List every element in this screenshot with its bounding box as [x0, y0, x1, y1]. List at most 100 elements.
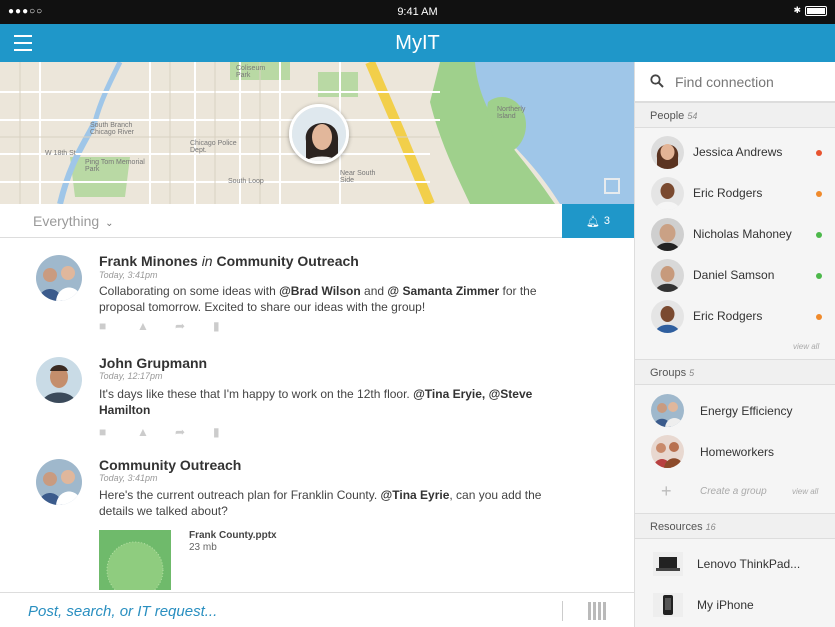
- person-photo: [651, 259, 684, 292]
- hamburger-menu-icon[interactable]: [14, 35, 32, 51]
- myit-app: ●●●○○ 9:41 AM ✱ MyIT Coliseum Park W 18t…: [0, 0, 835, 627]
- search-input[interactable]: [675, 72, 825, 92]
- post-text: It's days like these that I'm happy to w…: [99, 387, 414, 401]
- app-header: MyIT: [0, 24, 835, 62]
- map-label: Chicago Police Dept.: [190, 140, 237, 154]
- group-photo-image: [36, 459, 82, 505]
- group-name: Homeworkers: [700, 445, 775, 459]
- post-time: Today, 3:41pm: [99, 270, 158, 280]
- feed-filter-dropdown[interactable]: Everything ⌄: [33, 213, 114, 229]
- search-icon: [650, 74, 664, 88]
- globe-image: [99, 530, 171, 590]
- mention-link[interactable]: @Tina Eyrie: [381, 488, 450, 502]
- avatar: [651, 136, 684, 169]
- groups-view-all-link[interactable]: view all: [792, 487, 818, 496]
- map-label: South Branch Chicago River: [90, 122, 134, 136]
- status-dot: [816, 232, 822, 238]
- attachment-thumbnail[interactable]: [99, 530, 171, 590]
- map-label: Ping Tom Memorial Park: [85, 159, 145, 173]
- create-group-button[interactable]: Create a group: [700, 486, 767, 497]
- person-item[interactable]: Eric Rodgers: [635, 173, 835, 214]
- post-actions: ■ ▲ ➦ ▮: [99, 320, 225, 332]
- group-photo: [651, 394, 684, 427]
- connections-sidebar: People 54 Jessica Andrews Eric Rodgers N…: [634, 62, 835, 627]
- attachment-name[interactable]: Frank County.pptx: [189, 530, 277, 541]
- status-bar: ●●●○○ 9:41 AM ✱: [0, 0, 835, 24]
- group-photo: [651, 435, 684, 468]
- resource-item[interactable]: Lenovo ThinkPad...: [635, 545, 835, 583]
- people-view-all-link[interactable]: view all: [793, 342, 819, 351]
- post-time: Today, 3:41pm: [99, 473, 158, 483]
- author-name[interactable]: Frank Minones: [99, 253, 198, 269]
- person-photo: [651, 136, 684, 169]
- in-word: in: [201, 253, 213, 269]
- resource-item[interactable]: My iPhone: [635, 586, 835, 624]
- share-icon[interactable]: ➦: [175, 426, 187, 438]
- group-avatar[interactable]: [36, 255, 82, 301]
- map-label: Northerly Island: [497, 106, 526, 120]
- filter-label: Everything: [33, 213, 100, 229]
- laptop-icon: [653, 552, 683, 576]
- section-count: 16: [705, 522, 716, 532]
- share-icon[interactable]: ➦: [175, 320, 187, 332]
- section-count: 54: [687, 111, 698, 121]
- comment-icon[interactable]: ■: [99, 426, 111, 438]
- avatar: [651, 300, 684, 333]
- map-location-avatar[interactable]: [289, 104, 349, 164]
- attachment-size: 23 mb: [189, 542, 217, 553]
- compose-input[interactable]: [28, 601, 528, 621]
- post-body: It's days like these that I'm happy to w…: [99, 386, 569, 418]
- post-body: Here's the current outreach plan for Fra…: [99, 487, 569, 519]
- bluetooth-icon: ✱: [793, 5, 801, 15]
- post-group[interactable]: Community Outreach: [216, 253, 358, 269]
- group-item[interactable]: Energy Efficiency: [635, 391, 835, 431]
- like-icon[interactable]: ▲: [137, 426, 149, 438]
- person-item[interactable]: Nicholas Mahoney: [635, 214, 835, 255]
- person-item[interactable]: Jessica Andrews: [635, 132, 835, 173]
- post-author[interactable]: John Grupmann: [99, 355, 207, 371]
- clock: 9:41 AM: [397, 6, 438, 18]
- avatar: [651, 177, 684, 210]
- qr-code-icon[interactable]: [588, 602, 606, 620]
- people-section-header: People 54: [635, 102, 835, 128]
- like-icon[interactable]: ▲: [137, 320, 149, 332]
- post-time: Today, 12:17pm: [99, 371, 163, 381]
- phone-icon: [653, 593, 683, 617]
- map-label: South Loop: [228, 178, 264, 185]
- post-author[interactable]: Community Outreach: [99, 457, 241, 473]
- person-item[interactable]: Daniel Samson: [635, 255, 835, 296]
- post-text: Collaborating on some ideas with: [99, 284, 280, 298]
- group-avatar[interactable]: [36, 459, 82, 505]
- chevron-down-icon: ⌄: [105, 218, 114, 229]
- status-dot: [816, 150, 822, 156]
- avatar: [651, 259, 684, 292]
- create-group-row: + Create a group view all: [635, 475, 835, 509]
- person-photo: [651, 300, 684, 333]
- mention-link[interactable]: @Brad Wilson: [279, 284, 361, 298]
- compose-bar: [0, 592, 634, 627]
- mention-link[interactable]: @ Samanta Zimmer: [387, 284, 499, 298]
- section-title: Groups: [650, 367, 687, 379]
- section-title: Resources: [650, 521, 703, 533]
- signal-indicator: ●●●○○: [8, 6, 44, 17]
- avatar: [651, 435, 684, 468]
- groups-section-header: Groups 5: [635, 359, 835, 385]
- status-dot: [816, 191, 822, 197]
- avatar: [651, 218, 684, 251]
- post-actions: ■ ▲ ➦ ▮: [99, 426, 225, 438]
- group-item[interactable]: Homeworkers: [635, 432, 835, 472]
- group-photo-image: [36, 255, 82, 301]
- plus-icon[interactable]: +: [661, 481, 672, 502]
- expand-map-icon[interactable]: [604, 178, 620, 194]
- user-avatar[interactable]: [36, 357, 82, 403]
- section-title: People: [650, 110, 685, 122]
- post-text: and: [360, 284, 388, 298]
- post-author[interactable]: Frank Minones in Community Outreach: [99, 253, 359, 269]
- notifications-button[interactable]: 🔔︎ 3: [562, 204, 634, 238]
- comment-icon[interactable]: ■: [99, 320, 111, 332]
- notification-count: 3: [603, 215, 611, 227]
- delete-icon[interactable]: ▮: [213, 426, 225, 438]
- resource-name: My iPhone: [697, 598, 754, 612]
- delete-icon[interactable]: ▮: [213, 320, 225, 332]
- person-item[interactable]: Eric Rodgers: [635, 296, 835, 337]
